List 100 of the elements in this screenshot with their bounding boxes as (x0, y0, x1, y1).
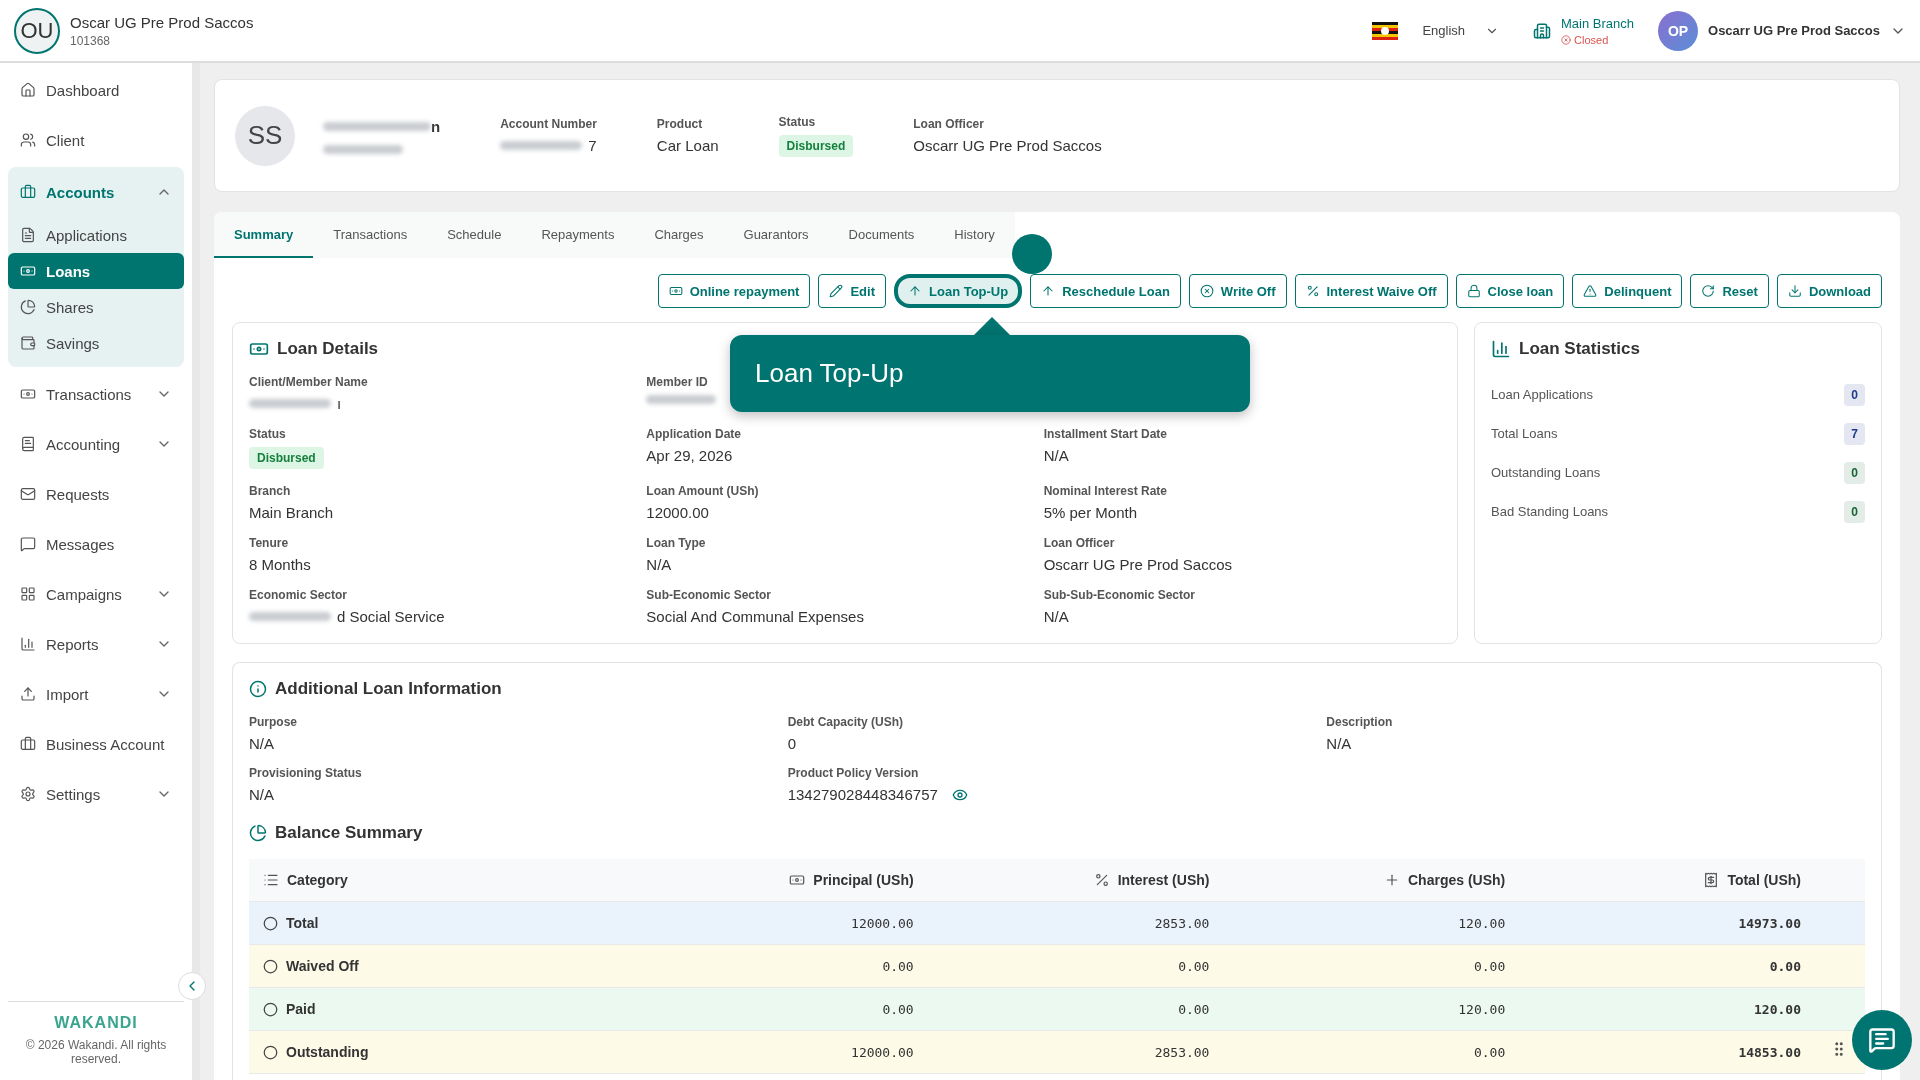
home-icon (20, 82, 36, 98)
tab[interactable]: Guarantors (723, 212, 829, 258)
action-button[interactable]: Delinquent (1572, 274, 1683, 308)
category-cell: Waived Off (263, 958, 618, 974)
action-button[interactable]: Edit (818, 274, 886, 308)
sidebar-subitem[interactable]: Applications (8, 217, 184, 253)
sidebar-subitem[interactable]: Shares (8, 289, 184, 325)
field-value: ı (337, 395, 342, 412)
sidebar-item[interactable]: Transactions (8, 369, 184, 419)
tab[interactable]: Documents (828, 212, 935, 258)
amount-cell-text: 12000.00 (850, 915, 914, 931)
field-value: N/A (249, 735, 275, 752)
redacted-text (646, 395, 717, 404)
sidebar-item[interactable]: Settings (8, 769, 184, 819)
field-label: Economic Sector (249, 588, 348, 602)
field-label: Member ID (646, 375, 708, 389)
tab[interactable]: Summary (214, 212, 314, 258)
column-header: Principal (USh) (617, 872, 914, 888)
field-label: Status (778, 114, 816, 129)
x-circle-icon (1561, 34, 1572, 45)
tab[interactable]: History (934, 212, 1015, 258)
sidebar-item[interactable]: Reports (8, 619, 184, 669)
tab[interactable]: Transactions (313, 212, 428, 258)
sidebar-item[interactable]: Messages (8, 519, 184, 569)
banknote-icon (668, 284, 683, 298)
field-label: Loan Type (646, 536, 706, 550)
field-label: Debt Capacity (USh) (787, 715, 903, 729)
building-icon (1533, 21, 1552, 40)
action-button[interactable]: Interest Waive Off (1294, 274, 1448, 308)
org-code: 101368 (70, 33, 112, 48)
sidebar-item[interactable]: Campaigns (8, 569, 184, 619)
action-button[interactable]: Loan Top-Up (894, 274, 1023, 308)
sidebar-item[interactable]: Dashboard (8, 65, 184, 115)
column-header: Charges (USh) (1209, 872, 1506, 888)
plus-icon (1384, 872, 1400, 888)
action-button[interactable]: Reschedule Loan (1030, 274, 1181, 308)
field-value: 8 Months (249, 556, 312, 573)
field-value: 12000.00 (646, 504, 710, 521)
pie-chart-icon (249, 824, 267, 842)
refresh-icon (1701, 284, 1716, 298)
amount-cell-text: 0.00 (1472, 1044, 1506, 1060)
sidebar-subitem[interactable]: Loans (8, 253, 184, 289)
status-badge: Disbursed (249, 447, 324, 469)
amount-cell-text: 12000.00 (850, 1044, 914, 1060)
amount-cell-text: 14853.00 (1737, 1044, 1801, 1060)
action-button[interactable]: Online repayment (657, 274, 811, 308)
field-value: Oscarr UG Pre Prod Saccos (1043, 556, 1234, 573)
sidebar-item[interactable]: Accounting (8, 419, 184, 469)
status-badge: Disbursed (778, 134, 854, 157)
branch-status: Closed (1561, 33, 1634, 46)
field-value: Social And Communal Expenses (646, 608, 865, 625)
field-value: Apr 29, 2026 (646, 447, 734, 464)
highlight-dot (1012, 234, 1053, 274)
tab[interactable]: Repayments (521, 212, 635, 258)
field-label: Purpose (249, 715, 297, 729)
action-button[interactable]: Reset (1690, 274, 1769, 308)
chat-bubble-icon (20, 536, 36, 552)
field-label: Product (656, 117, 703, 131)
action-button[interactable]: Write Off (1188, 274, 1287, 308)
sidebar-item[interactable]: Requests (8, 469, 184, 519)
sidebar-item[interactable]: Import (8, 669, 184, 719)
branch-name[interactable]: Main Branch (1561, 15, 1634, 31)
amount-cell-text: 120.00 (1457, 915, 1506, 931)
column-header: Category (263, 872, 618, 888)
sidebar-item[interactable]: Business Account (8, 719, 184, 769)
user-avatar[interactable]: OP (1658, 10, 1698, 51)
field-value: 7 (588, 137, 597, 154)
list-icon (263, 872, 279, 888)
flag-icon (1372, 21, 1399, 40)
stat-count: 0 (1844, 461, 1865, 484)
field-value: N/A (249, 786, 275, 803)
radio-icon[interactable] (263, 1001, 278, 1017)
radio-icon[interactable] (263, 958, 278, 974)
category-cell: Paid (263, 1001, 618, 1017)
sidebar-item[interactable]: Client (8, 115, 184, 165)
language-select[interactable]: English (1416, 22, 1506, 39)
banknote-icon (20, 263, 36, 279)
stat-label: Loan Applications (1491, 387, 1593, 402)
briefcase-icon (20, 736, 36, 752)
radio-icon[interactable] (263, 915, 278, 931)
radio-icon[interactable] (263, 1044, 278, 1060)
action-button[interactable]: Download (1776, 274, 1882, 308)
stat-count: 7 (1844, 422, 1865, 445)
user-menu[interactable]: Oscarr UG Pre Prod Saccos (1708, 22, 1906, 39)
sidebar-item[interactable]: Accounts (8, 167, 184, 217)
column-header: Total (USh) (1505, 872, 1801, 888)
grid-icon (20, 586, 36, 602)
tab[interactable]: Schedule (427, 212, 522, 258)
amount-cell-text: 120.00 (1753, 1001, 1801, 1017)
amount-cell-text: 0.00 (1768, 958, 1801, 974)
info-icon (249, 680, 267, 698)
sidebar-subitem[interactable]: Savings (8, 325, 184, 361)
bar-chart-icon (20, 636, 36, 652)
section-title: Balance Summary (249, 823, 1865, 843)
pie-chart-icon (20, 299, 36, 315)
tab[interactable]: Charges (634, 212, 724, 258)
banknote-icon (20, 386, 36, 402)
client-avatar: SS (235, 105, 295, 166)
action-button[interactable]: Close loan (1455, 274, 1565, 308)
field-label: Loan Officer (1043, 536, 1115, 550)
